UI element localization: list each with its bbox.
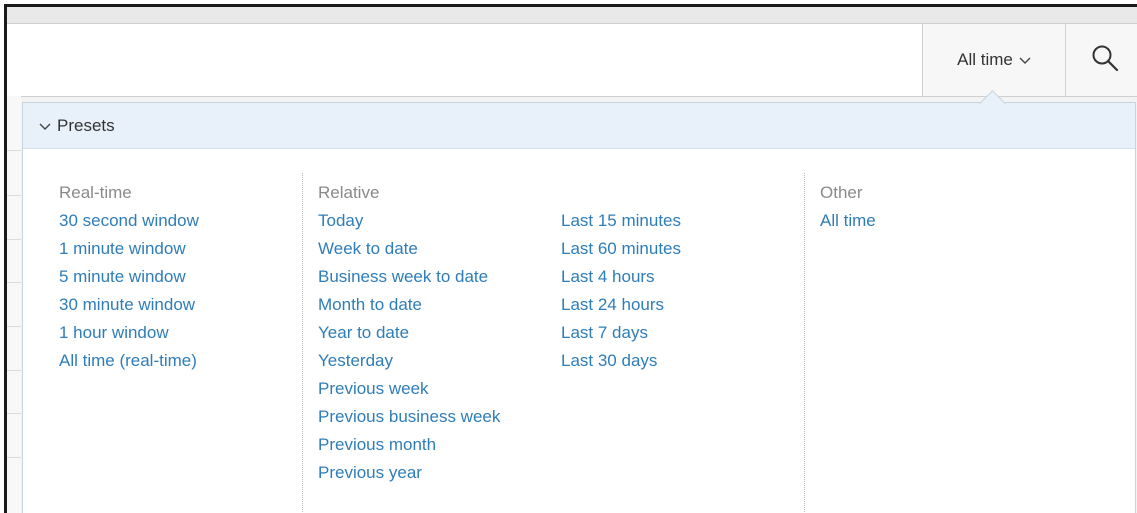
preset-link[interactable]: Last 15 minutes [561,207,681,235]
preset-link[interactable]: Previous week [318,375,500,403]
preset-link[interactable]: Last 4 hours [561,263,681,291]
top-band [7,7,1137,24]
preset-link[interactable]: Last 30 days [561,347,681,375]
time-range-dropdown: Presets Real-time 30 second window 1 min… [22,102,1136,513]
preset-link[interactable]: All time [820,207,876,235]
preset-link[interactable]: Yesterday [318,347,500,375]
search-bar: All time [7,23,1137,97]
chevron-down-icon [1019,50,1031,70]
preset-link[interactable]: Previous year [318,459,500,487]
preset-link[interactable]: Last 7 days [561,319,681,347]
presets-accordion-header[interactable]: Presets [23,103,1135,149]
preset-link[interactable]: Today [318,207,500,235]
preset-link[interactable]: 30 minute window [59,291,199,319]
real-time-title: Real-time [59,183,132,202]
preset-link[interactable]: Previous business week [318,403,500,431]
preset-link[interactable]: 5 minute window [59,263,199,291]
preset-link[interactable]: Business week to date [318,263,500,291]
time-range-label: All time [957,50,1013,69]
presets-header-label: Presets [57,115,115,135]
preset-link[interactable]: 30 second window [59,207,199,235]
search-input[interactable] [7,24,922,96]
preset-link[interactable]: Last 60 minutes [561,235,681,263]
preset-link[interactable]: All time (real-time) [59,347,199,375]
search-icon [1091,44,1119,77]
preset-link[interactable]: 1 hour window [59,319,199,347]
relative-title: Relative [318,183,380,202]
preset-link[interactable]: Week to date [318,235,500,263]
time-range-picker[interactable]: All time [922,24,1065,96]
relative-column: Relative Today Week to date Business wee… [318,179,500,487]
column-divider [804,173,805,513]
column-divider [302,173,303,513]
preset-link[interactable]: Previous month [318,431,500,459]
relative-last-column: Last 15 minutes Last 60 minutes Last 4 h… [561,207,681,375]
search-button[interactable] [1065,24,1137,96]
app-frame: All time Presets Real-time 30 second win… [4,4,1137,513]
background-table-gutter [7,96,21,513]
preset-link[interactable]: Year to date [318,319,500,347]
preset-link[interactable]: 1 minute window [59,235,199,263]
preset-link[interactable]: Last 24 hours [561,291,681,319]
other-column: Other All time [820,179,876,235]
other-title: Other [820,183,863,202]
real-time-column: Real-time 30 second window 1 minute wind… [59,179,199,375]
chevron-down-icon [39,116,51,136]
preset-link[interactable]: Month to date [318,291,500,319]
